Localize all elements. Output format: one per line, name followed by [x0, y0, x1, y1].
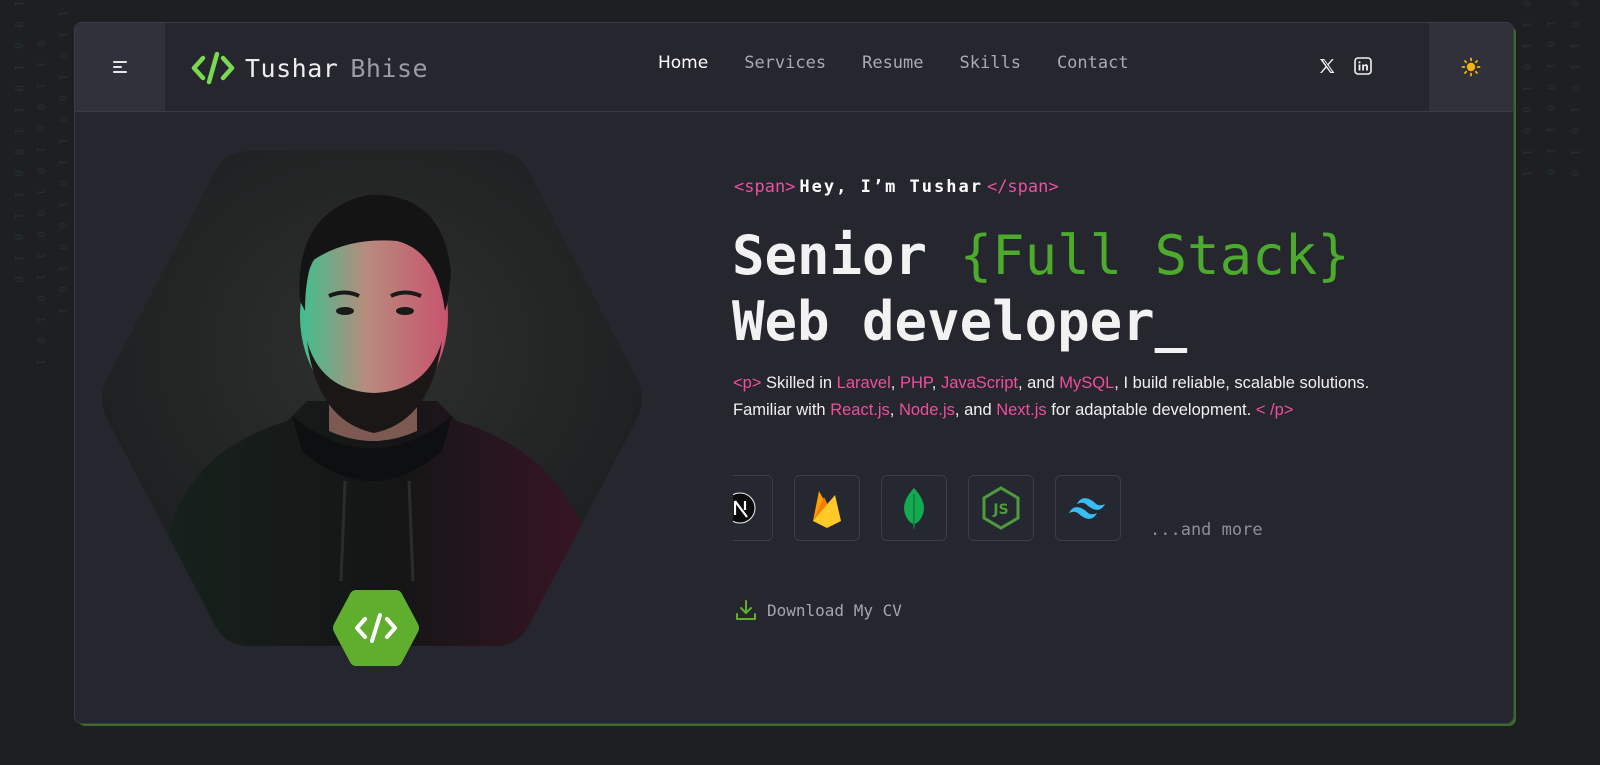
x-link[interactable] — [1316, 55, 1338, 77]
nav-services[interactable]: Services — [744, 53, 826, 73]
tech-card-mongodb — [881, 475, 947, 541]
linkedin-link[interactable] — [1352, 55, 1374, 77]
greeting-text: Hey, I’m Tushar — [799, 177, 983, 197]
span-open-tag: <span> — [734, 177, 796, 197]
nav-resume[interactable]: Resume — [862, 53, 923, 73]
skill-javascript: JavaScript — [940, 374, 1018, 392]
desc-comma: , — [889, 401, 899, 419]
hamburger-menu-button[interactable] — [75, 23, 165, 111]
desc-and: , and — [1017, 374, 1060, 392]
download-cv-button[interactable]: Download My CV — [735, 599, 902, 621]
tech-card-nextjs — [733, 475, 773, 541]
tech-card-nodejs: JS — [968, 475, 1034, 541]
skill-laravel: Laravel — [836, 374, 891, 392]
hero-description: <p> Skilled in Laravel, PHP, JavaScript,… — [733, 370, 1393, 424]
profile-portrait — [102, 151, 642, 646]
firebase-icon — [813, 491, 841, 528]
title-word-senior: Senior — [732, 224, 928, 287]
nav-home[interactable]: Home — [658, 53, 708, 73]
tech-card-tailwind — [1055, 475, 1121, 541]
tailwind-icon — [1069, 498, 1105, 519]
brand-last-name: Bhise — [350, 53, 429, 83]
skill-nextjs: Next.js — [996, 401, 1047, 419]
nav-skills[interactable]: Skills — [960, 53, 1021, 73]
hero-card: Tushar Bhise Home Services Resume Skills … — [74, 22, 1514, 724]
theme-toggle-button[interactable] — [1429, 23, 1513, 111]
desc-text: for adaptable development. — [1046, 401, 1256, 419]
nextjs-icon — [733, 492, 756, 524]
page-title: Senior {Full Stack} Web developer_ — [732, 223, 1350, 355]
main-menu: Home Services Resume Skills Contact — [658, 53, 1165, 73]
skill-nodejs: Node.js — [898, 401, 955, 419]
title-highlight: {Full Stack} — [959, 224, 1350, 287]
skill-reactjs: React.js — [830, 401, 890, 419]
desc-comma: , — [931, 374, 941, 392]
top-navbar: Tushar Bhise Home Services Resume Skills … — [75, 23, 1513, 112]
hamburger-icon — [113, 58, 127, 76]
greeting-line: <span> Hey, I’m Tushar </span> — [734, 177, 1059, 197]
code-hex-badge — [333, 590, 419, 666]
skill-php: PHP — [899, 374, 932, 392]
code-brackets-icon — [191, 51, 235, 85]
and-more-label: ...and more — [1150, 520, 1263, 540]
nav-contact[interactable]: Contact — [1057, 53, 1129, 73]
skill-mysql: MySQL — [1059, 374, 1115, 392]
nodejs-icon: JS — [982, 486, 1020, 530]
brand-first-name: Tushar — [245, 53, 339, 83]
download-cv-label: Download My CV — [767, 600, 902, 620]
sun-icon — [1461, 57, 1481, 77]
desc-comma: , — [890, 374, 900, 392]
tech-stack-carousel: JS — [733, 475, 1173, 543]
mongodb-icon — [904, 488, 924, 530]
brand-logo[interactable]: Tushar Bhise — [191, 51, 428, 85]
p-close-tag: < /p> — [1255, 401, 1294, 419]
title-line-2: Web developer_ — [732, 290, 1188, 353]
linkedin-icon — [1354, 57, 1372, 75]
tech-card-firebase — [794, 475, 860, 541]
svg-text:JS: JS — [992, 502, 1008, 518]
desc-and: , and — [954, 401, 997, 419]
p-open-tag: <p> — [733, 374, 762, 392]
download-icon — [736, 600, 756, 620]
span-close-tag: </span> — [986, 177, 1059, 197]
x-icon — [1320, 59, 1335, 73]
desc-text: Skilled in — [761, 374, 837, 392]
